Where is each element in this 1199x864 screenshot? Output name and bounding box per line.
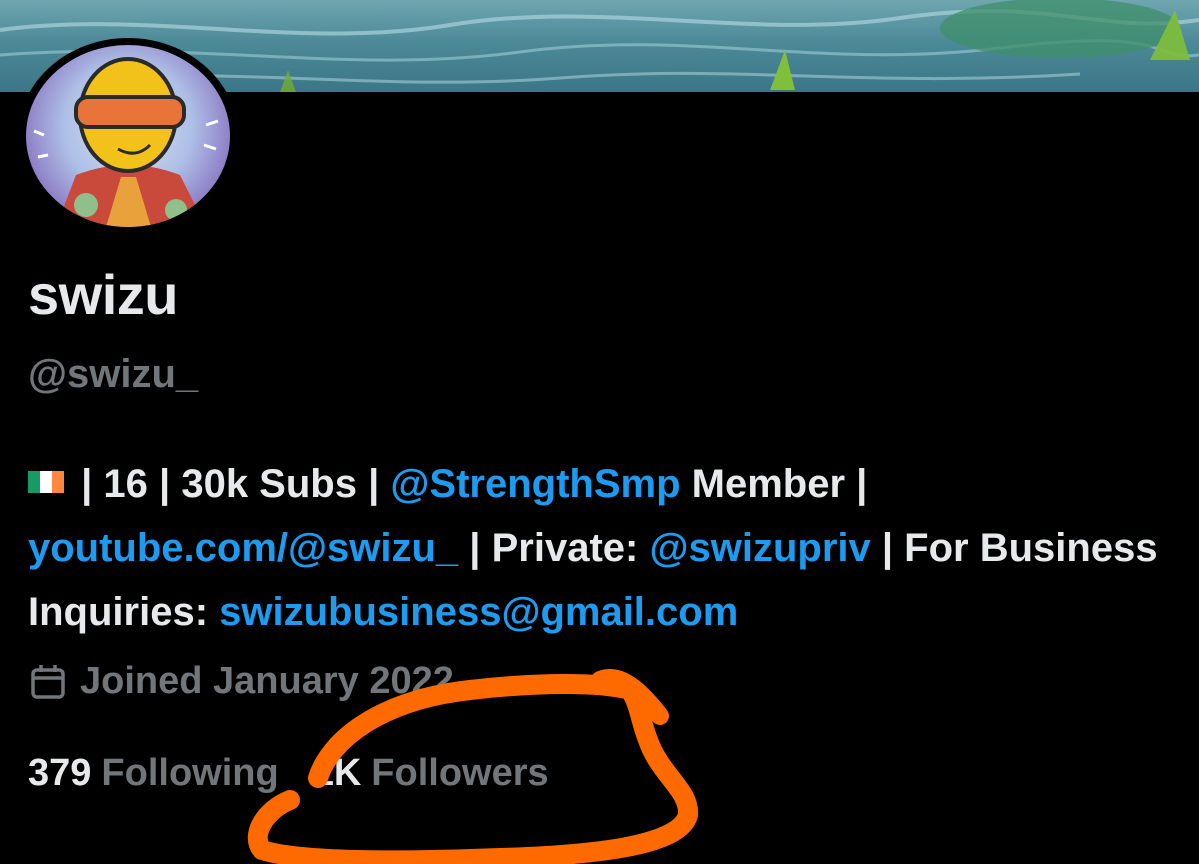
user-handle: @swizu_ bbox=[28, 352, 199, 396]
profile-bio: | 16 | 30k Subs | @StrengthSmp Member | … bbox=[28, 448, 1178, 644]
joined-date-text: Joined January 2022 bbox=[80, 660, 454, 702]
ireland-flag-icon bbox=[28, 448, 64, 493]
avatar-image bbox=[26, 45, 230, 227]
bio-text-age-subs: | 16 | 30k Subs | bbox=[70, 462, 391, 506]
followers-link[interactable]: 1K Followers bbox=[313, 752, 549, 795]
bio-text-private: | Private: bbox=[458, 526, 650, 570]
following-link[interactable]: 379 Following bbox=[28, 752, 279, 795]
display-name: swizu bbox=[28, 263, 178, 326]
mention-swizupriv-link[interactable]: @swizupriv bbox=[649, 526, 870, 570]
calendar-icon bbox=[31, 664, 65, 699]
bio-text-member: Member | bbox=[680, 462, 868, 506]
followers-label: Followers bbox=[371, 752, 549, 794]
youtube-link[interactable]: youtube.com/@swizu_ bbox=[28, 526, 458, 570]
followers-count: 1K bbox=[312, 752, 362, 794]
joined-date-row: Joined January 2022 bbox=[28, 660, 454, 703]
follow-stats: 379 Following 1K Followers bbox=[28, 752, 583, 795]
mention-strengthsmp-link[interactable]: @StrengthSmp bbox=[390, 462, 680, 506]
business-email-link[interactable]: swizubusiness@gmail.com bbox=[219, 590, 738, 634]
following-label: Following bbox=[101, 752, 279, 794]
profile-avatar[interactable] bbox=[18, 38, 238, 234]
following-count: 379 bbox=[28, 752, 92, 794]
